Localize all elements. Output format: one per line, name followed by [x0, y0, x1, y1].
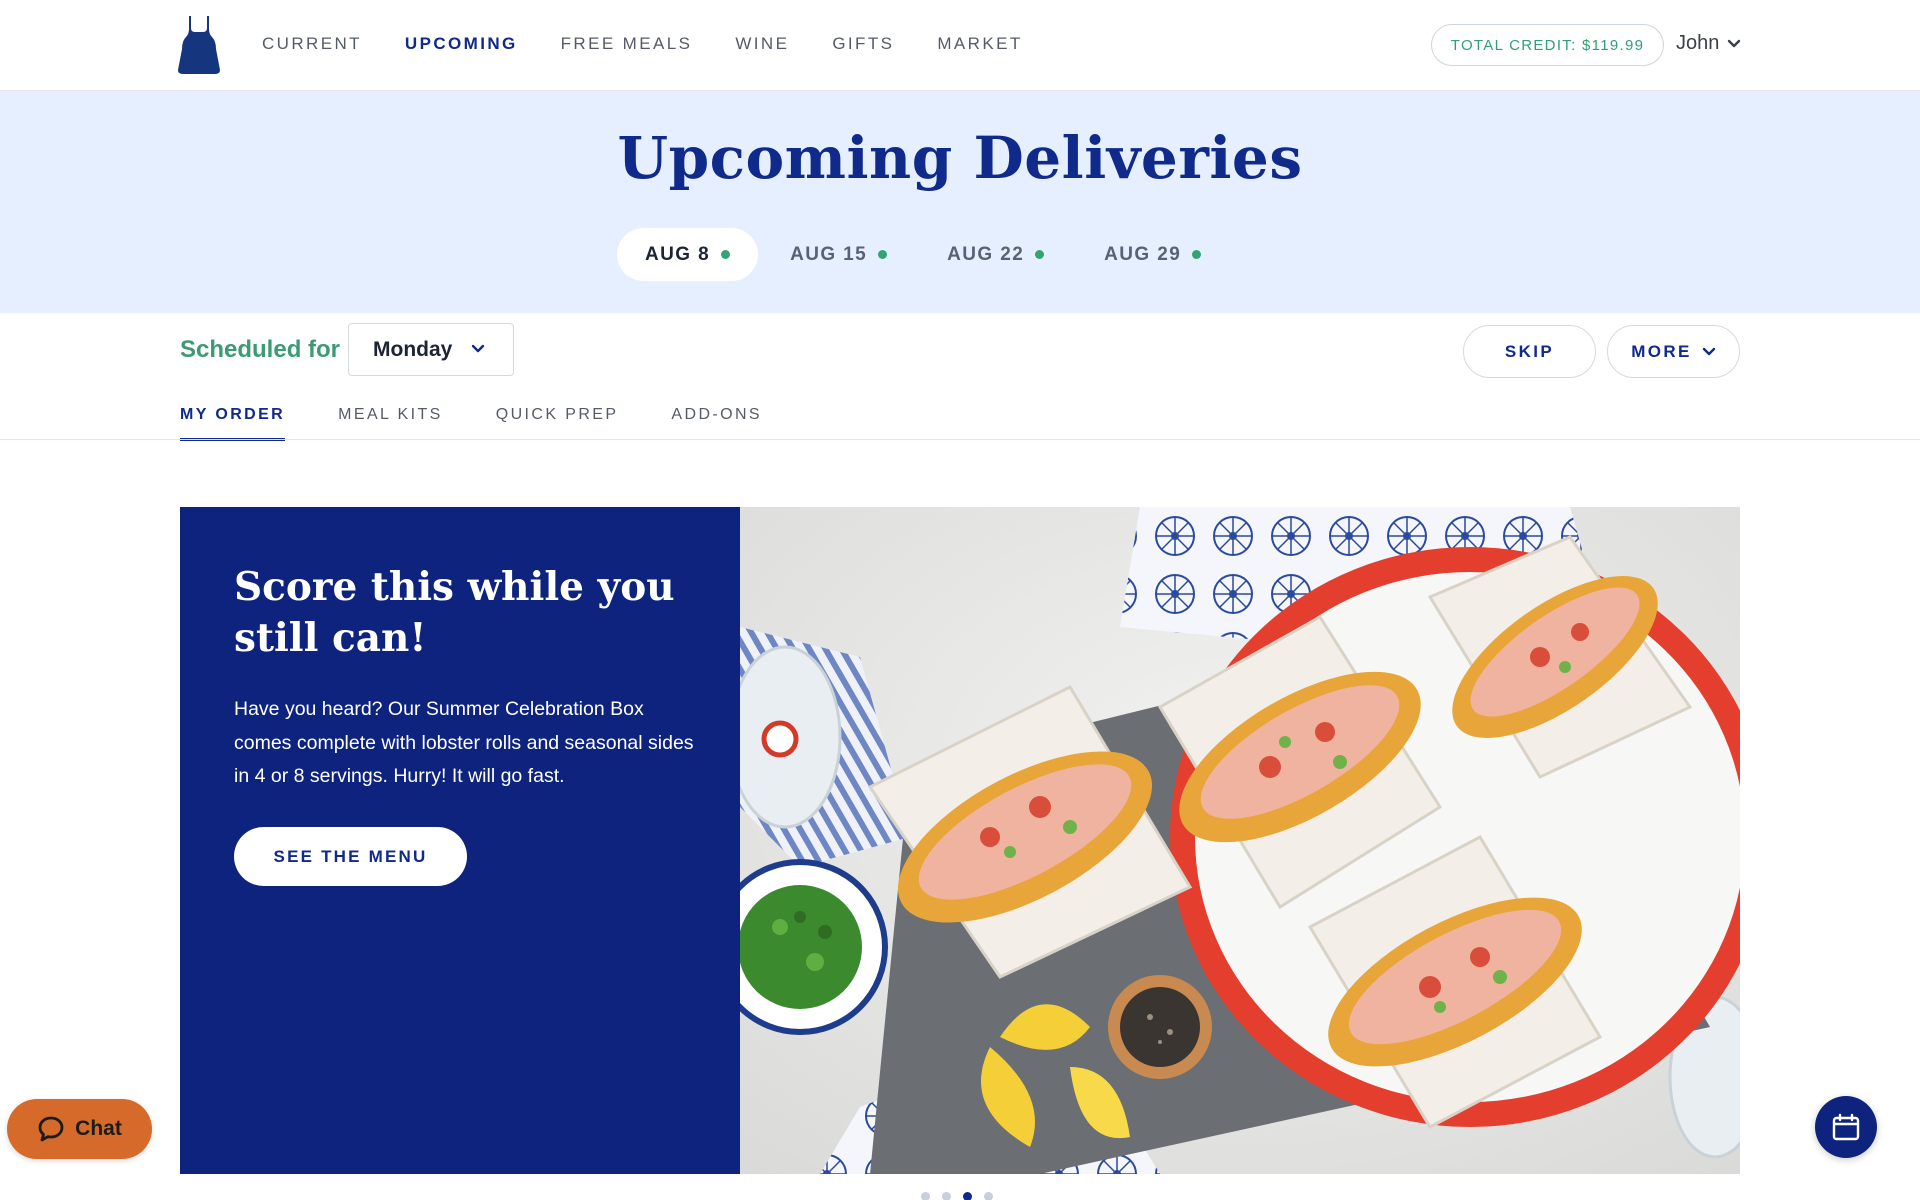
carousel-dots [921, 1192, 1005, 1200]
date-tab-label: AUG 15 [790, 243, 868, 265]
date-tab-label: AUG 29 [1104, 243, 1182, 265]
user-name: John [1676, 32, 1720, 54]
carousel-dot[interactable] [984, 1192, 993, 1200]
promo-body: Have you heard? Our Summer Celebration B… [234, 698, 694, 787]
apron-logo-icon[interactable] [178, 16, 220, 74]
carousel-dot-active[interactable] [963, 1192, 972, 1200]
see-the-menu-button[interactable]: SEE THE MENU [234, 827, 467, 886]
tab-add-ons[interactable]: ADD-ONS [671, 406, 762, 441]
carousel-dot[interactable] [942, 1192, 951, 1200]
tab-quick-prep[interactable]: QUICK PREP [496, 406, 619, 441]
nav-current[interactable]: CURRENT [262, 34, 362, 54]
date-tab-aug-22[interactable]: AUG 22 [919, 228, 1072, 281]
tab-my-order[interactable]: MY ORDER [180, 406, 286, 441]
scheduled-for-label: Scheduled for [180, 336, 341, 363]
chevron-down-icon [471, 344, 485, 353]
top-nav: CURRENT UPCOMING FREE MEALS WINE GIFTS M… [0, 0, 1920, 91]
chat-label: Chat [75, 1117, 122, 1140]
more-button[interactable]: MORE [1607, 325, 1740, 378]
skip-button[interactable]: SKIP [1463, 325, 1596, 378]
nav-upcoming[interactable]: UPCOMING [405, 34, 518, 54]
tab-meal-kits[interactable]: MEAL KITS [338, 406, 443, 441]
delivery-date-tabs: AUG 8 AUG 15 AUG 22 AUG 29 [617, 228, 1233, 281]
carousel-dot[interactable] [921, 1192, 930, 1200]
user-menu[interactable]: John [1676, 32, 1741, 55]
date-tab-label: AUG 22 [947, 243, 1025, 265]
chat-button[interactable]: Chat [7, 1099, 152, 1159]
nav-free-meals[interactable]: FREE MEALS [561, 34, 693, 54]
promo-text-panel: Score this while you still can! Have you… [180, 507, 740, 1174]
nav-gifts[interactable]: GIFTS [832, 34, 894, 54]
delivery-day-value: Monday [373, 337, 453, 361]
page-title: Upcoming Deliveries [617, 124, 1303, 192]
status-dot [1035, 250, 1045, 259]
order-subtabs: MY ORDER MEAL KITS QUICK PREP ADD-ONS [180, 406, 815, 441]
subtabs-divider [0, 439, 1920, 440]
date-tab-label: AUG 8 [645, 243, 711, 265]
lobster-rolls-photo [740, 507, 1740, 1174]
date-tab-aug-15[interactable]: AUG 15 [762, 228, 915, 281]
date-tab-aug-29[interactable]: AUG 29 [1076, 228, 1229, 281]
more-button-label: MORE [1631, 341, 1692, 361]
chevron-down-icon [1728, 39, 1741, 47]
status-dot [721, 250, 731, 259]
main-nav: CURRENT UPCOMING FREE MEALS WINE GIFTS M… [262, 34, 1066, 54]
promo-banner: Score this while you still can! Have you… [180, 507, 1740, 1174]
total-credit-badge[interactable]: TOTAL CREDIT: $119.99 [1431, 24, 1664, 66]
nav-market[interactable]: MARKET [937, 34, 1022, 54]
status-dot [1192, 250, 1202, 259]
calendar-button[interactable] [1815, 1096, 1877, 1158]
chevron-down-icon [1702, 347, 1715, 355]
calendar-icon [1832, 1113, 1860, 1141]
promo-title: Score this while you still can! [234, 564, 675, 661]
status-dot [878, 250, 888, 259]
date-tab-aug-8[interactable]: AUG 8 [617, 228, 759, 281]
chat-bubble-icon [38, 1116, 64, 1142]
delivery-day-select[interactable]: Monday [348, 323, 514, 376]
nav-wine[interactable]: WINE [735, 34, 789, 54]
